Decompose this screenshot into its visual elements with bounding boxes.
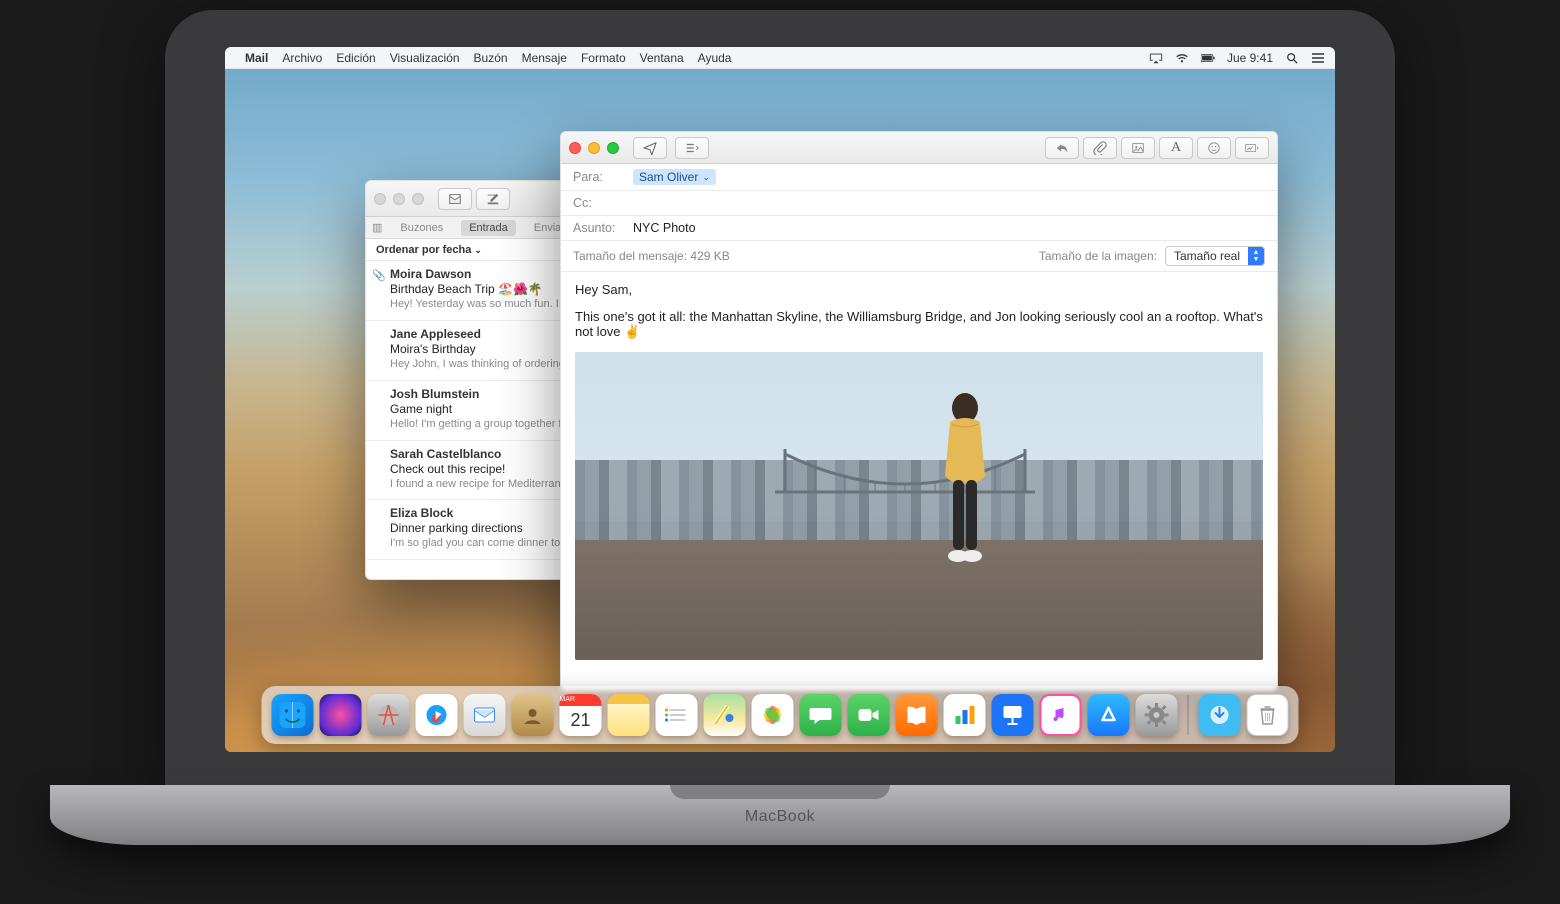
notification-center-icon[interactable] [1311,52,1325,64]
dock-siri[interactable] [320,694,362,736]
emoji-button[interactable] [1197,137,1231,159]
image-size-label: Tamaño de la imagen: [1039,249,1157,263]
format-button[interactable]: A [1159,137,1193,159]
wifi-icon[interactable] [1175,52,1189,64]
battery-icon[interactable] [1201,52,1215,64]
menu-ventana[interactable]: Ventana [640,51,684,65]
attach-button[interactable] [1083,137,1117,159]
body-paragraph: This one's got it all: the Manhattan Sky… [575,309,1263,340]
header-fields-button[interactable] [675,137,709,159]
attachment-icon: 📎 [372,269,386,282]
recipient-name: Sam Oliver [639,170,698,184]
sender: Sarah Castelblanco [390,447,501,461]
zoom-button[interactable] [607,142,619,154]
dock-system-preferences[interactable] [1136,694,1178,736]
zoom-button[interactable] [412,193,424,205]
body-greeting: Hey Sam, [575,282,1263,297]
to-row[interactable]: Para: Sam Oliver ⌄ [561,164,1277,191]
compose-body[interactable]: Hey Sam, This one's got it all: the Manh… [561,272,1277,670]
dock-messages[interactable] [800,694,842,736]
reply-button[interactable] [1045,137,1079,159]
minimize-button[interactable] [393,193,405,205]
compose-titlebar[interactable]: A [561,132,1277,164]
dock-calendar[interactable]: MAR 21 [560,694,602,736]
to-label: Para: [573,170,625,184]
send-button[interactable] [633,137,667,159]
dock-itunes[interactable] [1040,694,1082,736]
cc-row[interactable]: Cc: [561,191,1277,216]
screen: Mail Archivo Edición Visualización Buzón… [225,47,1335,752]
sender: Jane Appleseed [390,327,481,341]
menu-edicion[interactable]: Edición [336,51,375,65]
photo-foreground [575,540,1263,660]
dock-trash[interactable] [1247,694,1289,736]
sidebar-toggle-icon[interactable]: ▥ [372,221,382,234]
menu-archivo[interactable]: Archivo [282,51,322,65]
dock-maps[interactable] [704,694,746,736]
photo-person [925,386,1005,586]
dock-reminders[interactable] [656,694,698,736]
subject-label: Asunto: [573,221,625,235]
airplay-icon[interactable] [1149,52,1163,64]
dock-launchpad[interactable] [368,694,410,736]
mail-traffic-lights [374,193,424,205]
markup-button[interactable] [1235,137,1269,159]
dock-separator [1188,695,1189,735]
dock-downloads[interactable] [1199,694,1241,736]
attached-photo[interactable] [575,352,1263,660]
dock-notes[interactable] [608,694,650,736]
image-size-select[interactable]: Tamaño real ▲▼ [1165,246,1265,266]
size-row: Tamaño del mensaje: 429 KB Tamaño de la … [561,241,1277,272]
dock-ibooks[interactable] [896,694,938,736]
minimize-button[interactable] [588,142,600,154]
dock-contacts[interactable] [512,694,554,736]
menu-buzon[interactable]: Buzón [474,51,508,65]
subject-field[interactable]: NYC Photo [633,221,696,235]
compose-traffic-lights [569,142,619,154]
subject-row[interactable]: Asunto: NYC Photo [561,216,1277,241]
spotlight-icon[interactable] [1285,52,1299,64]
laptop: Mail Archivo Edición Visualización Buzón… [130,0,1430,904]
laptop-brand-label: MacBook [130,808,1430,826]
dock-finder[interactable] [272,694,314,736]
dock-numbers[interactable] [944,694,986,736]
chevron-down-icon: ⌄ [702,172,710,183]
clock[interactable]: Jue 9:41 [1227,51,1273,65]
app-menu[interactable]: Mail [245,51,268,65]
tab-buzones[interactable]: Buzones [392,220,451,236]
dock-mail[interactable] [464,694,506,736]
get-mail-button[interactable] [438,188,472,210]
dock: MAR 21 [262,686,1299,744]
select-arrows-icon: ▲▼ [1248,247,1264,265]
calendar-month: MAR [560,694,602,706]
chevron-down-icon: ⌄ [474,245,482,255]
sender: Eliza Block [390,506,453,520]
message-size-value: 429 KB [690,249,729,263]
photo-browser-button[interactable] [1121,137,1155,159]
close-button[interactable] [374,193,386,205]
laptop-notch [670,785,890,799]
sort-label: Ordenar por fecha [376,244,471,256]
dock-keynote[interactable] [992,694,1034,736]
dock-appstore[interactable] [1088,694,1130,736]
compose-window[interactable]: A Para: Sam Oliver ⌄ Cc: [560,131,1278,691]
dock-safari[interactable] [416,694,458,736]
image-size-value: Tamaño real [1166,249,1248,263]
message-size-label: Tamaño del mensaje: [573,249,687,263]
menu-formato[interactable]: Formato [581,51,626,65]
dock-facetime[interactable] [848,694,890,736]
menu-bar: Mail Archivo Edición Visualización Buzón… [225,47,1335,69]
sender: Josh Blumstein [390,387,479,401]
to-recipient-token[interactable]: Sam Oliver ⌄ [633,169,716,185]
menu-mensaje[interactable]: Mensaje [522,51,567,65]
dock-photos[interactable] [752,694,794,736]
cc-label: Cc: [573,196,625,210]
close-button[interactable] [569,142,581,154]
menu-ayuda[interactable]: Ayuda [698,51,732,65]
compose-button[interactable] [476,188,510,210]
calendar-day: 21 [570,710,590,731]
menu-visualizacion[interactable]: Visualización [390,51,460,65]
sender: Moira Dawson [390,267,471,281]
tab-entrada[interactable]: Entrada [461,220,516,236]
